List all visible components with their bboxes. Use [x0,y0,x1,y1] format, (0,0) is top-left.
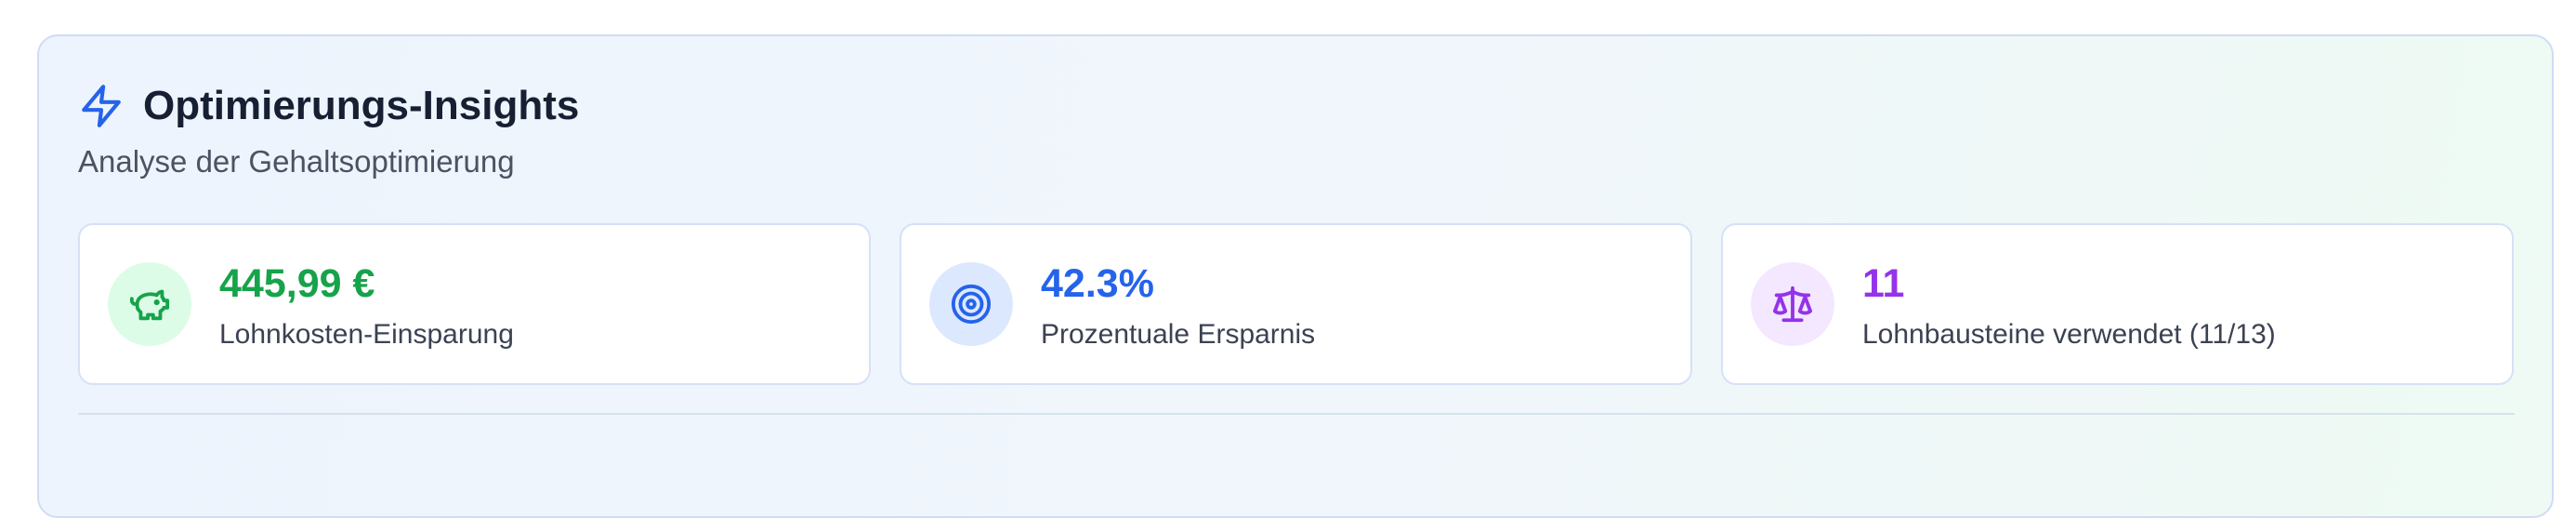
savings-card: 445,99 € Lohnkosten-Einsparung [78,223,871,385]
percentage-label: Prozentuale Ersparnis [1041,319,1316,350]
section-divider [78,413,2515,415]
components-label: Lohnbausteine verwendet (11/13) [1862,319,2276,350]
components-card: 11 Lohnbausteine verwendet (11/13) [1721,223,2514,385]
lightning-bolt-icon [78,83,125,129]
scale-icon [1751,262,1834,346]
components-value: 11 [1862,261,1905,306]
percentage-card: 42.3% Prozentuale Ersparnis [900,223,1692,385]
panel-header: Optimierungs-Insights [78,83,579,129]
savings-value: 445,99 € [219,261,375,306]
optimization-insights-panel: Optimierungs-Insights Analyse der Gehalt… [37,34,2554,518]
panel-title: Optimierungs-Insights [143,83,580,128]
panel-subtitle: Analyse der Gehaltsoptimierung [78,144,515,179]
target-icon [929,262,1013,346]
piggy-bank-icon [108,262,191,346]
savings-label: Lohnkosten-Einsparung [219,319,514,350]
percentage-value: 42.3% [1041,261,1154,306]
